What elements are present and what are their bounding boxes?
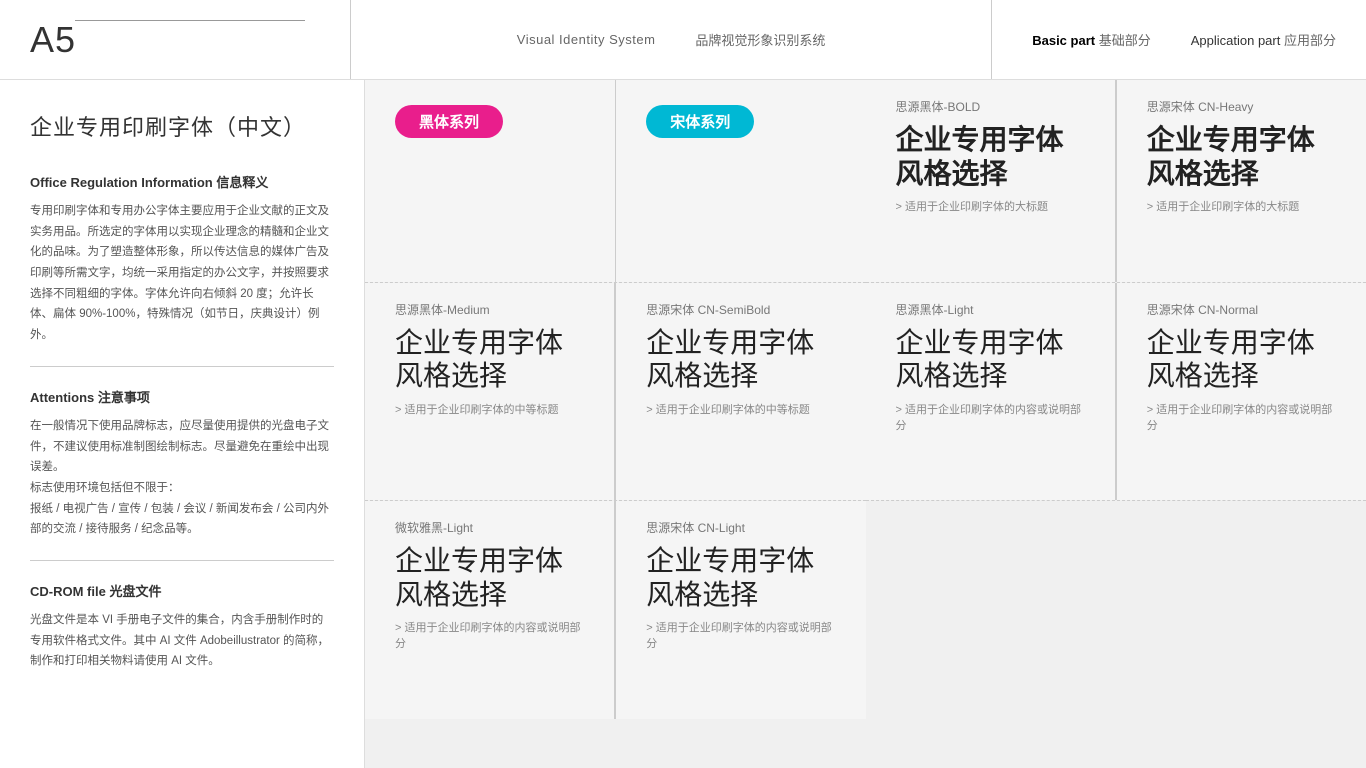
- section-info-title: Office Regulation Information 信息释义: [30, 172, 334, 191]
- sidebar-divider-1: [30, 366, 334, 367]
- brand-name-en: Visual Identity System: [517, 32, 656, 47]
- section-info-body: 专用印刷字体和专用办公字体主要应用于企业文献的正文及实务用品。所选定的字体用以实…: [30, 201, 334, 346]
- font-sample-heiti-light: 企业专用字体风格选择: [896, 326, 1085, 393]
- nav-application[interactable]: Application part 应用部分: [1191, 30, 1336, 49]
- section-attentions-body3: 报纸 / 电视广告 / 宣传 / 包装 / 会议 / 新闻发布会 / 公司内外部…: [30, 499, 334, 540]
- font-name-songti-normal: 思源宋体 CN-Normal: [1147, 301, 1336, 318]
- font-row-4: 微软雅黑-Light 企业专用字体风格选择 适用于企业印刷字体的内容或说明部分 …: [365, 501, 866, 719]
- section-attentions-body1: 在一般情况下使用品牌标志，应尽量使用提供的光盘电子文件，不建议使用标准制图绘制标…: [30, 416, 334, 478]
- font-desc-heiti-light: 适用于企业印刷字体的内容或说明部分: [896, 401, 1085, 433]
- font-name-songti-heavy: 思源宋体 CN-Heavy: [1147, 98, 1336, 115]
- sidebar-divider-2: [30, 560, 334, 561]
- sidebar: 企业专用印刷字体（中文） Office Regulation Informati…: [0, 80, 365, 768]
- font-row-3: 思源黑体-Light 企业专用字体风格选择 适用于企业印刷字体的内容或说明部分 …: [866, 283, 1366, 502]
- font-sample-songti-semibold: 企业专用字体风格选择: [646, 326, 835, 393]
- font-sample-songti-light: 企业专用字体风格选择: [646, 544, 835, 611]
- font-desc-songti-light: 适用于企业印刷字体的内容或说明部分: [646, 619, 835, 651]
- font-cell-songti-semibold: 思源宋体 CN-SemiBold 企业专用字体风格选择 适用于企业印刷字体的中等…: [615, 283, 865, 501]
- font-sample-songti-normal: 企业专用字体风格选择: [1147, 326, 1336, 393]
- font-cell-heiti-bold: 思源黑体-BOLD 企业专用字体风格选择 适用于企业印刷字体的大标题: [866, 80, 1116, 282]
- brand-name-cn: 品牌视觉形象识别系统: [695, 30, 825, 49]
- font-row-2: 思源黑体-Medium 企业专用字体风格选择 适用于企业印刷字体的中等标题 思源…: [365, 283, 866, 502]
- top-divider: [75, 20, 305, 21]
- sidebar-title: 企业专用印刷字体（中文）: [30, 110, 334, 142]
- font-desc-heiti-medium: 适用于企业印刷字体的中等标题: [395, 401, 584, 417]
- font-name-yahei-light: 微软雅黑-Light: [395, 519, 584, 536]
- left-column-header: 黑体系列: [365, 80, 615, 282]
- sidebar-section-cdrom: CD-ROM file 光盘文件 光盘文件是本 VI 手册电子文件的集合，内含手…: [30, 581, 334, 672]
- font-name-heiti-light: 思源黑体-Light: [896, 301, 1085, 318]
- sidebar-section-attentions: Attentions 注意事项 在一般情况下使用品牌标志，应尽量使用提供的光盘电…: [30, 387, 334, 540]
- font-desc-heiti-bold: 适用于企业印刷字体的大标题: [896, 198, 1085, 214]
- font-sample-yahei-light: 企业专用字体风格选择: [395, 544, 584, 611]
- font-sample-songti-heavy: 企业专用字体风格选择: [1147, 123, 1336, 190]
- font-desc-songti-heavy: 适用于企业印刷字体的大标题: [1147, 198, 1336, 214]
- header-left: A5: [30, 19, 350, 61]
- font-cell-songti-light: 思源宋体 CN-Light 企业专用字体风格选择 适用于企业印刷字体的内容或说明…: [615, 501, 865, 719]
- font-cell-heiti-medium: 思源黑体-Medium 企业专用字体风格选择 适用于企业印刷字体的中等标题: [365, 283, 615, 501]
- font-desc-songti-semibold: 适用于企业印刷字体的中等标题: [646, 401, 835, 417]
- section-attentions-body2: 标志使用环境包括但不限于：: [30, 478, 334, 499]
- right-column-header: 宋体系列: [615, 80, 865, 282]
- section-cdrom-body: 光盘文件是本 VI 手册电子文件的集合，内含手册制作时的专用软件格式文件。其中 …: [30, 610, 334, 672]
- font-name-heiti-medium: 思源黑体-Medium: [395, 301, 584, 318]
- header: A5 Visual Identity System 品牌视觉形象识别系统 Bas…: [0, 0, 1366, 80]
- font-desc-yahei-light: 适用于企业印刷字体的内容或说明部分: [395, 619, 584, 651]
- font-cell-songti-heavy: 思源宋体 CN-Heavy 企业专用字体风格选择 适用于企业印刷字体的大标题: [1116, 80, 1366, 282]
- font-cell-heiti-light: 思源黑体-Light 企业专用字体风格选择 适用于企业印刷字体的内容或说明部分: [866, 283, 1116, 501]
- section-cdrom-title: CD-ROM file 光盘文件: [30, 581, 334, 600]
- header-nav: Basic part 基础部分 Application part 应用部分: [992, 30, 1336, 49]
- font-name-songti-semibold: 思源宋体 CN-SemiBold: [646, 301, 835, 318]
- font-cell-songti-normal: 思源宋体 CN-Normal 企业专用字体风格选择 适用于企业印刷字体的内容或说…: [1116, 283, 1366, 501]
- nav-basic[interactable]: Basic part 基础部分: [1032, 30, 1151, 49]
- font-desc-songti-normal: 适用于企业印刷字体的内容或说明部分: [1147, 401, 1336, 433]
- sidebar-section-info: Office Regulation Information 信息释义 专用印刷字…: [30, 172, 334, 346]
- tag-songti: 宋体系列: [646, 105, 754, 138]
- content-area: 黑体系列 宋体系列 思源黑体-BOLD 企业专用字体风格选择 适用于企业印刷字体…: [365, 80, 1366, 768]
- font-sample-heiti-medium: 企业专用字体风格选择: [395, 326, 584, 393]
- main-layout: 企业专用印刷字体（中文） Office Regulation Informati…: [0, 80, 1366, 768]
- header-center: Visual Identity System 品牌视觉形象识别系统: [350, 0, 992, 79]
- font-row-1: 思源黑体-BOLD 企业专用字体风格选择 适用于企业印刷字体的大标题 思源宋体 …: [866, 80, 1366, 283]
- font-cell-yahei-light: 微软雅黑-Light 企业专用字体风格选择 适用于企业印刷字体的内容或说明部分: [365, 501, 615, 719]
- page-id: A5: [30, 19, 76, 60]
- font-name-heiti-bold: 思源黑体-BOLD: [896, 98, 1085, 115]
- tag-heiti: 黑体系列: [395, 105, 503, 138]
- section-attentions-title: Attentions 注意事项: [30, 387, 334, 406]
- column-headers: 黑体系列 宋体系列: [365, 80, 866, 283]
- font-name-songti-light: 思源宋体 CN-Light: [646, 519, 835, 536]
- font-sample-heiti-bold: 企业专用字体风格选择: [896, 123, 1085, 190]
